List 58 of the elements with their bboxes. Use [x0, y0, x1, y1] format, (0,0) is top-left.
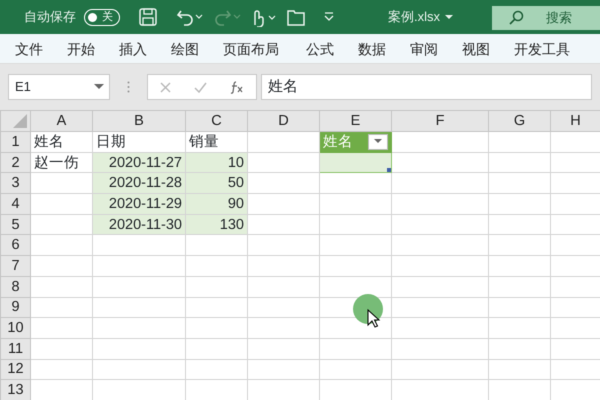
column-header[interactable]: F — [392, 110, 488, 132]
column-header[interactable]: H — [550, 110, 600, 132]
ribbon-tab[interactable]: 视图 — [450, 34, 502, 64]
row-header[interactable]: 6 — [0, 234, 30, 256]
ribbon-tab[interactable]: 插入 — [107, 34, 159, 64]
table-cell[interactable]: 50 — [186, 172, 248, 194]
ribbon-tab[interactable]: 文件 — [3, 34, 55, 64]
column-header[interactable]: D — [248, 110, 320, 132]
row-header[interactable]: 13 — [0, 380, 30, 400]
column-header[interactable]: B — [92, 110, 186, 132]
filter-dropdown-button[interactable] — [368, 134, 388, 150]
row-header[interactable]: 7 — [0, 256, 30, 276]
row-header[interactable]: 12 — [0, 359, 30, 380]
ribbon-tab[interactable]: 开始 — [55, 34, 107, 64]
row-header[interactable]: 1 — [0, 132, 30, 152]
table-cell[interactable]: 90 — [186, 194, 248, 214]
table-cell[interactable]: 销量 — [186, 132, 248, 152]
check-icon[interactable] — [194, 82, 207, 92]
row-header[interactable]: 5 — [0, 214, 30, 235]
file-name[interactable]: 案例.xlsx — [388, 7, 440, 27]
row-header[interactable]: 11 — [0, 338, 30, 360]
row-header[interactable]: 2 — [0, 152, 30, 173]
table-cell[interactable]: 2020-11-28 — [92, 172, 186, 194]
ribbon-tab[interactable]: 开发工具 — [502, 34, 585, 64]
autosave-toggle[interactable]: 关 — [84, 8, 120, 26]
table-cell[interactable]: 2020-11-27 — [92, 152, 186, 173]
dropdown-icon[interactable] — [94, 84, 104, 90]
row-header[interactable]: 10 — [0, 318, 30, 338]
column-header[interactable]: A — [30, 110, 92, 132]
ribbon-tab[interactable]: 页面布局 — [211, 34, 294, 64]
table-cell[interactable]: 姓名 — [30, 132, 92, 152]
ribbon-tab[interactable]: 数据 — [346, 34, 398, 64]
row-header[interactable]: 3 — [0, 172, 30, 194]
fill-handle-icon[interactable] — [387, 168, 390, 172]
formula-field[interactable]: 姓名 — [261, 74, 592, 100]
column-header[interactable]: G — [488, 110, 550, 132]
caret-icon[interactable] — [445, 14, 453, 20]
search-icon — [508, 10, 524, 26]
row-header[interactable]: 9 — [0, 297, 30, 318]
caret-icon — [374, 139, 382, 144]
name-box[interactable]: E1 — [8, 74, 110, 100]
table-cell[interactable]: 日期 — [92, 132, 186, 152]
grip-icon — [127, 81, 130, 93]
column-header[interactable]: C — [186, 110, 248, 132]
row-header[interactable]: 4 — [0, 194, 30, 214]
table-cell[interactable]: 10 — [186, 152, 248, 173]
table-cell[interactable]: 130 — [186, 214, 248, 235]
autosave-label: 自动保存 — [24, 8, 76, 26]
function-icon[interactable] — [230, 80, 244, 94]
save-icon[interactable] — [138, 7, 158, 27]
ribbon-tab[interactable]: 审阅 — [398, 34, 450, 64]
ribbon-tab[interactable]: 绘图 — [159, 34, 211, 64]
row-header[interactable]: 8 — [0, 276, 30, 297]
ribbon-tab[interactable]: 公式 — [294, 34, 346, 64]
table-cell[interactable]: 2020-11-30 — [92, 214, 186, 235]
column-header[interactable]: E — [320, 110, 392, 132]
search-field[interactable]: 搜索 — [492, 6, 600, 30]
table-cell[interactable]: 2020-11-29 — [92, 194, 186, 214]
